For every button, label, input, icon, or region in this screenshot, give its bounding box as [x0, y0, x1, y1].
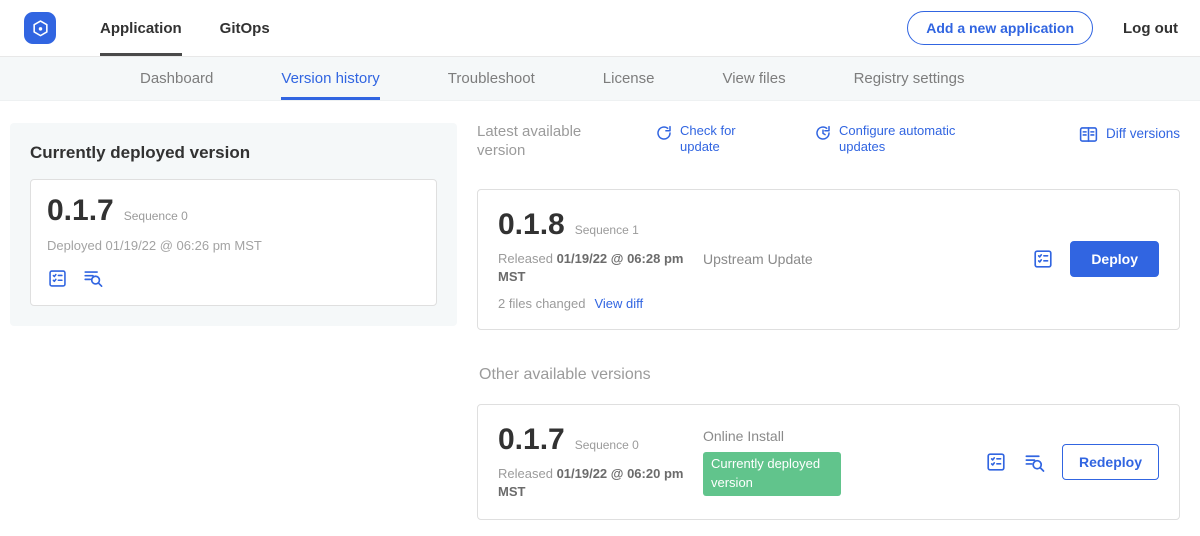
refresh-icon [655, 123, 673, 142]
available-versions-header: Latest available version Check for updat… [477, 123, 1180, 161]
version-history-page: Currently deployed version 0.1.7 Sequenc… [0, 101, 1200, 520]
currently-deployed-title: Currently deployed version [30, 143, 437, 163]
tab-application[interactable]: Application [100, 0, 182, 56]
other-version-source: Online Install [703, 428, 985, 444]
latest-available-title: Latest available version [477, 123, 605, 161]
latest-version-source: Upstream Update [703, 251, 1032, 267]
logout-button[interactable]: Log out [1123, 20, 1178, 37]
currently-deployed-badge: Currently deployed version [703, 452, 841, 496]
diff-versions-label: Diff versions [1106, 126, 1180, 143]
subnav-item-version-history[interactable]: Version history [281, 57, 379, 100]
released-prefix: Released [498, 251, 553, 266]
diff-versions-button[interactable]: Diff versions [1078, 123, 1180, 145]
deployed-sequence-label: Sequence 0 [124, 209, 188, 223]
file-search-icon [1023, 451, 1046, 474]
other-release-notes-button[interactable] [985, 451, 1007, 473]
released-date: 01/19/22 @ 06:28 [557, 251, 661, 266]
app-subnav: Dashboard Version history Troubleshoot L… [0, 57, 1200, 101]
other-released-timestamp: Released 01/19/22 @ 06:20 pm MST [498, 465, 688, 501]
deployed-version-card: 0.1.7 Sequence 0 Deployed 01/19/22 @ 06:… [30, 179, 437, 306]
latest-release-notes-button[interactable] [1032, 248, 1054, 270]
diff-table-icon [1078, 123, 1099, 145]
other-available-versions-heading: Other available versions [479, 366, 1180, 384]
released-prefix: Released [498, 466, 553, 481]
app-hexagon-logo-icon [31, 19, 50, 38]
release-notes-icon [985, 451, 1007, 473]
check-for-update-label: Check for update [680, 123, 752, 156]
subnav-item-troubleshoot[interactable]: Troubleshoot [448, 57, 535, 100]
redeploy-button[interactable]: Redeploy [1062, 444, 1159, 480]
released-date: 01/19/22 @ 06:20 [557, 466, 661, 481]
add-new-application-button[interactable]: Add a new application [907, 11, 1093, 45]
release-notes-icon [47, 268, 68, 289]
deployed-version-number: 0.1.7 [47, 194, 114, 228]
top-navbar: Application GitOps Add a new application… [0, 0, 1200, 57]
main-tabs: Application GitOps [100, 0, 270, 56]
latest-version-number: 0.1.8 [498, 208, 565, 242]
latest-sequence-label: Sequence 1 [575, 223, 639, 237]
currently-deployed-panel: Currently deployed version 0.1.7 Sequenc… [10, 123, 457, 326]
available-versions-panel: Latest available version Check for updat… [477, 123, 1180, 520]
latest-version-card: 0.1.8 Sequence 1 Released 01/19/22 @ 06:… [477, 189, 1180, 330]
deployed-timestamp: Deployed 01/19/22 @ 06:26 pm MST [47, 238, 420, 253]
latest-released-timestamp: Released 01/19/22 @ 06:28 pm MST [498, 250, 688, 286]
file-search-icon [82, 267, 104, 289]
view-deployed-files-button[interactable] [82, 267, 104, 289]
configure-automatic-updates-button[interactable]: Configure automatic updates [814, 123, 967, 156]
other-view-files-button[interactable] [1023, 451, 1046, 474]
view-diff-link[interactable]: View diff [594, 296, 643, 311]
tab-gitops[interactable]: GitOps [220, 0, 270, 56]
release-notes-button[interactable] [47, 267, 68, 289]
deploy-button[interactable]: Deploy [1070, 241, 1159, 277]
release-notes-icon [1032, 248, 1054, 270]
other-sequence-label: Sequence 0 [575, 438, 639, 452]
files-changed-label: 2 files changed [498, 296, 585, 311]
subnav-item-registry-settings[interactable]: Registry settings [854, 57, 965, 100]
configure-automatic-updates-label: Configure automatic updates [839, 123, 967, 156]
app-logo[interactable] [24, 12, 56, 44]
other-version-card: 0.1.7 Sequence 0 Released 01/19/22 @ 06:… [477, 404, 1180, 520]
auto-update-clock-icon [814, 123, 832, 142]
subnav-item-dashboard[interactable]: Dashboard [140, 57, 213, 100]
subnav-item-license[interactable]: License [603, 57, 655, 100]
subnav-item-view-files[interactable]: View files [722, 57, 785, 100]
other-version-number: 0.1.7 [498, 423, 565, 457]
check-for-update-button[interactable]: Check for update [655, 123, 752, 156]
